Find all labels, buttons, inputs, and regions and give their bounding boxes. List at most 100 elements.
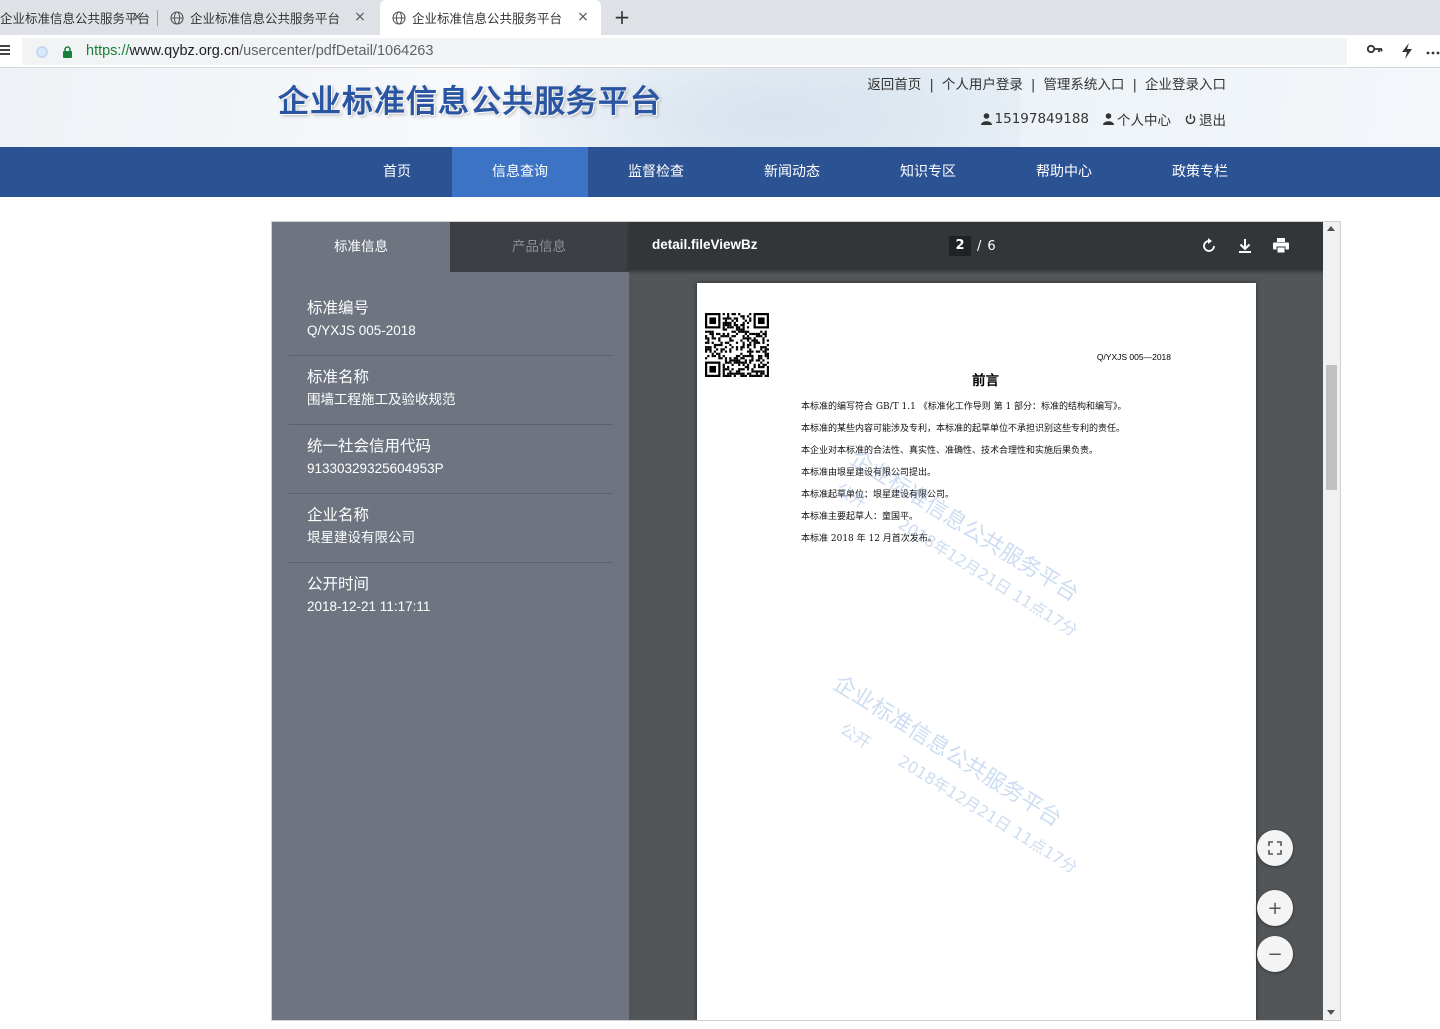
- user-center-text: 个人中心: [1117, 113, 1171, 129]
- user-center-link[interactable]: 个人中心: [1103, 109, 1171, 129]
- page-counter: 2 / 6: [949, 236, 996, 256]
- user-icon: [1103, 113, 1114, 125]
- scroll-thumb[interactable]: [1326, 365, 1337, 490]
- link-home[interactable]: 返回首页: [867, 77, 921, 93]
- info-value: 2018-12-21 11:17:11: [307, 599, 431, 614]
- info-item-standard-number: 标准编号 Q/YXJS 005-2018: [289, 287, 613, 356]
- url-host: www.qybz.org.cn: [129, 43, 240, 59]
- link-enterprise-login[interactable]: 企业登录入口: [1145, 77, 1226, 93]
- user-phone[interactable]: 15197849188: [980, 111, 1089, 127]
- browser-tab-3-active[interactable]: 企业标准信息公共服务平台 ×: [380, 0, 601, 35]
- scroll-up-arrow[interactable]: [1327, 226, 1335, 231]
- pdf-toolbar: detail.fileViewBz 2 / 6: [629, 222, 1323, 270]
- info-label: 标准名称: [307, 368, 370, 386]
- tab-title: 企业标准信息公共服务平台: [190, 11, 341, 26]
- panel-tabs: 标准信息 产品信息: [272, 222, 629, 272]
- logout-link[interactable]: 退出: [1185, 109, 1226, 129]
- info-list: 标准编号 Q/YXJS 005-2018 标准名称 围墙工程施工及验收规范 统一…: [289, 287, 613, 632]
- zoom-out-button[interactable]: −: [1257, 936, 1293, 972]
- scroll-down-arrow[interactable]: [1327, 1010, 1335, 1015]
- nav-help[interactable]: 帮助中心: [996, 147, 1132, 197]
- top-links: 返回首页 | 个人用户登录 | 管理系统入口 | 企业登录入口: [867, 73, 1226, 93]
- pdf-title: detail.fileViewBz: [652, 237, 758, 252]
- info-label: 企业名称: [307, 506, 370, 524]
- info-item-publish-time: 公开时间 2018-12-21 11:17:11: [289, 563, 613, 632]
- info-value: 垠星建设有限公司: [307, 530, 415, 545]
- site-info-icon[interactable]: [36, 46, 48, 58]
- menu-icon[interactable]: [0, 43, 12, 59]
- tab-close-icon[interactable]: ×: [352, 9, 368, 25]
- browser-tab-1[interactable]: 企业标准信息公共服务平台 ×: [0, 0, 155, 35]
- page-number-input[interactable]: 2: [949, 236, 971, 256]
- info-item-credit-code: 统一社会信用代码 91330329325604953P: [289, 425, 613, 494]
- fullscreen-icon: [1268, 841, 1282, 855]
- main-nav: 首页 信息查询 监督检查 新闻动态 知识专区 帮助中心 政策专栏: [0, 147, 1440, 197]
- link-separator: |: [1030, 77, 1036, 93]
- page-total: 6: [987, 238, 996, 254]
- globe-icon: [170, 10, 184, 25]
- doc-code: Q/YXJS 005—2018: [1096, 352, 1171, 362]
- nav-supervision[interactable]: 监督检查: [588, 147, 724, 197]
- qr-code: [705, 313, 769, 377]
- url-path: /usercenter/pdfDetail/1064263: [239, 43, 434, 59]
- nav-knowledge[interactable]: 知识专区: [860, 147, 996, 197]
- nav-info-query[interactable]: 信息查询: [452, 147, 588, 197]
- watermark-status: 公开: [836, 719, 875, 753]
- info-panel: 标准信息 产品信息 标准编号 Q/YXJS 005-2018 标准名称 围墙工程…: [272, 222, 629, 1020]
- user-phone-text: 15197849188: [994, 111, 1089, 127]
- tab-title: 企业标准信息公共服务平台: [0, 11, 151, 26]
- power-icon: [1185, 113, 1196, 125]
- nav-home[interactable]: 首页: [342, 147, 452, 197]
- url-text: https://www.qybz.org.cn/usercenter/pdfDe…: [86, 43, 433, 59]
- info-item-company-name: 企业名称 垠星建设有限公司: [289, 494, 613, 563]
- watermark-title: 企业标准信息公共服务平台: [845, 446, 1083, 608]
- nav-news[interactable]: 新闻动态: [724, 147, 860, 197]
- more-icon[interactable]: [1426, 43, 1440, 61]
- zoom-in-button[interactable]: +: [1257, 890, 1293, 926]
- globe-icon: [392, 10, 406, 25]
- rotate-icon[interactable]: [1199, 236, 1219, 256]
- key-icon[interactable]: [1366, 43, 1384, 61]
- info-label: 公开时间: [307, 575, 370, 593]
- doc-line: 本标准的某些内容可能涉及专利，本标准的起草单位不承担识别这些专利的责任。: [801, 424, 1126, 434]
- browser-tab-2[interactable]: 企业标准信息公共服务平台 ×: [160, 0, 378, 35]
- link-separator: |: [1132, 77, 1137, 93]
- lightning-icon[interactable]: [1398, 43, 1416, 61]
- info-item-standard-name: 标准名称 围墙工程施工及验收规范: [289, 356, 613, 425]
- download-icon[interactable]: [1235, 236, 1255, 256]
- info-value: Q/YXJS 005-2018: [307, 323, 416, 338]
- logout-text: 退出: [1199, 113, 1226, 129]
- nav-policy[interactable]: 政策专栏: [1132, 147, 1268, 197]
- document-viewer: 标准信息 产品信息 标准编号 Q/YXJS 005-2018 标准名称 围墙工程…: [271, 221, 1341, 1021]
- vertical-scrollbar[interactable]: [1323, 222, 1340, 1020]
- url-protocol: https://: [86, 43, 130, 59]
- page-separator: /: [977, 238, 982, 254]
- tab-standard-info[interactable]: 标准信息: [272, 222, 450, 272]
- pdf-page: Q/YXJS 005—2018 前言 本标准的编写符合 GB/T 1.1 《标准…: [697, 283, 1256, 1020]
- tab-close-icon[interactable]: ×: [129, 9, 145, 25]
- link-admin-entry[interactable]: 管理系统入口: [1043, 77, 1124, 93]
- pdf-viewer: detail.fileViewBz 2 / 6 Q/YXJS 005—2018 …: [629, 222, 1323, 1020]
- tab-product-info[interactable]: 产品信息: [450, 222, 628, 272]
- link-personal-login[interactable]: 个人用户登录: [942, 77, 1023, 93]
- print-icon[interactable]: [1271, 236, 1291, 256]
- browser-tabstrip: 企业标准信息公共服务平台 × 企业标准信息公共服务平台 × 企业标准信息公共服务…: [0, 0, 1440, 35]
- tab-separator: [157, 10, 158, 26]
- info-label: 标准编号: [307, 299, 370, 317]
- doc-line: 本标准的编写符合 GB/T 1.1 《标准化工作导则 第 1 部分：标准的结构和…: [801, 402, 1127, 412]
- site-logo[interactable]: 企业标准信息公共服务平台: [278, 76, 662, 121]
- doc-heading: 前言: [972, 373, 999, 389]
- link-separator: |: [929, 77, 934, 93]
- doc-line: 本企业对本标准的合法性、真实性、准确性、技术合理性和实施后果负责。: [801, 446, 1099, 456]
- tab-title: 企业标准信息公共服务平台: [412, 11, 563, 26]
- new-tab-button[interactable]: +: [611, 6, 633, 28]
- info-value: 围墙工程施工及验收规范: [307, 392, 456, 407]
- tab-close-icon[interactable]: ×: [575, 9, 591, 25]
- address-bar: https://www.qybz.org.cn/usercenter/pdfDe…: [0, 35, 1440, 68]
- info-value: 91330329325604953P: [307, 461, 444, 476]
- url-field[interactable]: https://www.qybz.org.cn/usercenter/pdfDe…: [22, 38, 1347, 65]
- fullscreen-button[interactable]: [1257, 830, 1293, 866]
- user-links: 15197849188 个人中心 退出: [980, 109, 1226, 129]
- user-icon: [980, 113, 992, 125]
- lock-icon[interactable]: [62, 46, 73, 58]
